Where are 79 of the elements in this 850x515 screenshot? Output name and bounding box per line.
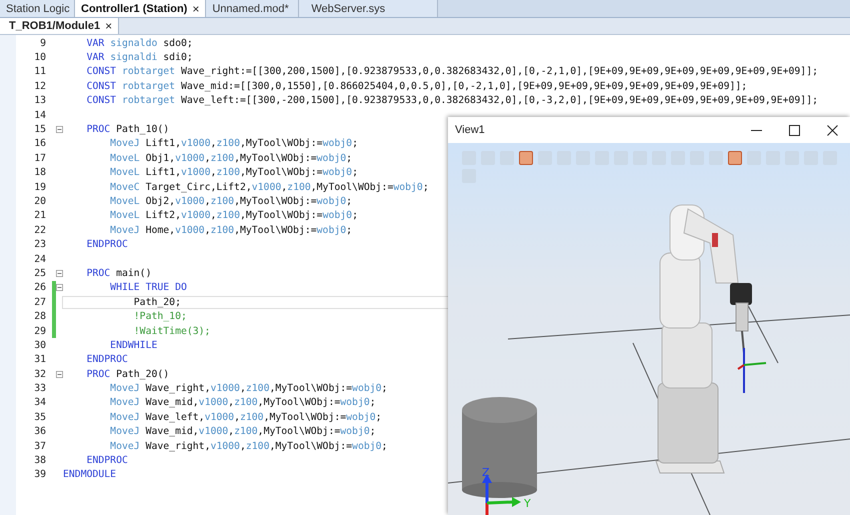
- document-tab[interactable]: Unnamed.mod*: [206, 0, 300, 17]
- line-number: 23: [33, 239, 46, 250]
- collapse-icon[interactable]: [56, 268, 63, 278]
- line-number: 30: [33, 340, 46, 351]
- line-number: 25: [33, 268, 46, 279]
- code-line: ENDWHILE: [109, 340, 158, 351]
- code-line: MoveJ Wave_mid,v1000,z100,MyTool\WObj:=wobj0;: [109, 426, 376, 438]
- line-number: 16: [33, 138, 46, 150]
- document-tab[interactable]: Controller1 (Station) ×: [75, 0, 206, 17]
- close-icon[interactable]: ×: [105, 19, 112, 33]
- line-number: 28: [33, 311, 46, 322]
- axis-label: Z: [482, 466, 490, 479]
- line-number: 27: [33, 296, 46, 308]
- line-number: 20: [33, 196, 46, 207]
- code-line: WHILE TRUE DO: [109, 282, 187, 294]
- line-number: 36: [33, 426, 46, 438]
- collapse-icon[interactable]: [56, 125, 63, 134]
- code-line: ENDMODULE: [63, 469, 116, 480]
- code-line: CONST robtarget Wave_mid:=[[300,0,1550],[0.866025404,0,0.5,0],[0,-2,1,0],[9E+09,9E+09,9E+09,9E+09,9E+09,9E+09]];: [86, 80, 748, 92]
- toolbar-icon[interactable]: [728, 151, 742, 165]
- line-number: 18: [33, 167, 46, 178]
- document-tab[interactable]: Station Logic: [0, 0, 75, 17]
- collapse-icon[interactable]: [56, 370, 63, 379]
- tool-frame-axes-icon: [737, 348, 766, 393]
- code-line: PROC main(): [86, 268, 152, 279]
- code-line: VAR signaldo sdo0;: [86, 38, 193, 49]
- code-line: MoveJ Lift1,v1000,z100,MyTool\WObj:=wobj0;: [109, 138, 358, 150]
- line-number: 37: [33, 440, 46, 452]
- toolbar-icon[interactable]: [519, 151, 533, 165]
- line-number: 13: [33, 95, 46, 106]
- code-line: PROC Path_20(): [86, 368, 170, 380]
- world-axes-icon: [482, 474, 521, 515]
- module-tab[interactable]: T_ROB1/Module1 ×: [0, 18, 120, 34]
- collapse-icon[interactable]: [56, 283, 63, 292]
- line-number: 19: [33, 182, 46, 193]
- maximize-icon[interactable]: [789, 124, 800, 136]
- line-number: 24: [33, 254, 46, 265]
- code-line: CONST robtarget Wave_left:=[[300,-200,1500],[0.923879533,0,0.382683432,0],[0,-3,2,0],[9E+09,9E+09,9E+09,9E+09,9E+09,9E+09]];: [86, 95, 818, 106]
- line-number: 22: [33, 224, 46, 236]
- line-number: 11: [33, 66, 46, 78]
- line-number: 35: [33, 412, 46, 423]
- line-number: 34: [33, 397, 46, 408]
- line-number: 38: [33, 455, 46, 466]
- line-number: 32: [33, 368, 46, 380]
- code-line: !Path_10;: [132, 311, 187, 322]
- code-line: MoveJ Wave_left,v1000,z100,MyTool\WObj:=wobj0;: [109, 412, 382, 423]
- code-line: MoveL Lift1,v1000,z100,MyTool\WObj:=wobj0;: [109, 167, 358, 178]
- line-number: 9: [39, 38, 46, 49]
- code-line: MoveL Lift2,v1000,z100,MyTool\WObj:=wobj0;: [109, 210, 358, 222]
- code-line: MoveJ Wave_right,v1000,z100,MyTool\WObj:=wobj0;: [109, 383, 388, 394]
- line-number: 17: [33, 152, 46, 164]
- code-line: MoveL Obj1,v1000,z100,MyTool\WObj:=wobj0;: [109, 152, 352, 164]
- line-number: 33: [33, 383, 46, 394]
- line-number: 31: [33, 354, 46, 366]
- code-line: !WaitTime(3);: [132, 326, 210, 336]
- code-line: MoveJ Wave_mid,v1000,z100,MyTool\WObj:=wobj0;: [109, 397, 376, 408]
- code-line: ENDPROC: [86, 239, 128, 250]
- close-icon[interactable]: [827, 124, 838, 136]
- document-tab[interactable]: WebServer.sys: [299, 0, 438, 17]
- line-number: 14: [33, 110, 46, 121]
- code-line: MoveJ Home,v1000,z100,MyTool\WObj:=wobj0;: [109, 224, 352, 236]
- code-line: MoveC Target_Circ,Lift2,v1000,z100,MyTool\WObj:=wobj0;: [109, 182, 429, 193]
- line-number: 39: [33, 469, 46, 480]
- line-number: 10: [33, 52, 46, 64]
- line-number: 15: [33, 124, 46, 136]
- axis-label: Y: [524, 497, 531, 510]
- code-line: ENDPROC: [86, 354, 128, 366]
- line-number: 12: [33, 80, 46, 92]
- code-line: VAR signaldi sdi0;: [86, 52, 193, 64]
- code-line: CONST robtarget Wave_right:=[[300,200,1500],[0.923879533,0,0.382683432,0],[0,-2,1,0],[9E+09,9E+09,9E+09,9E+09,9E+09,9E+09]];: [86, 66, 818, 78]
- code-line: MoveJ Wave_right,v1000,z100,MyTool\WObj:=wobj0;: [109, 440, 388, 452]
- line-number: 29: [33, 326, 46, 336]
- code-line: MoveL Obj2,v1000,z100,MyTool\WObj:=wobj0;: [109, 196, 352, 207]
- line-number: 21: [33, 210, 46, 222]
- line-number: 26: [33, 282, 46, 294]
- code-line: ENDPROC: [86, 455, 128, 466]
- code-line: PROC Path_10(): [86, 124, 170, 136]
- close-icon[interactable]: ×: [192, 2, 200, 16]
- window-title: View1: [455, 124, 485, 136]
